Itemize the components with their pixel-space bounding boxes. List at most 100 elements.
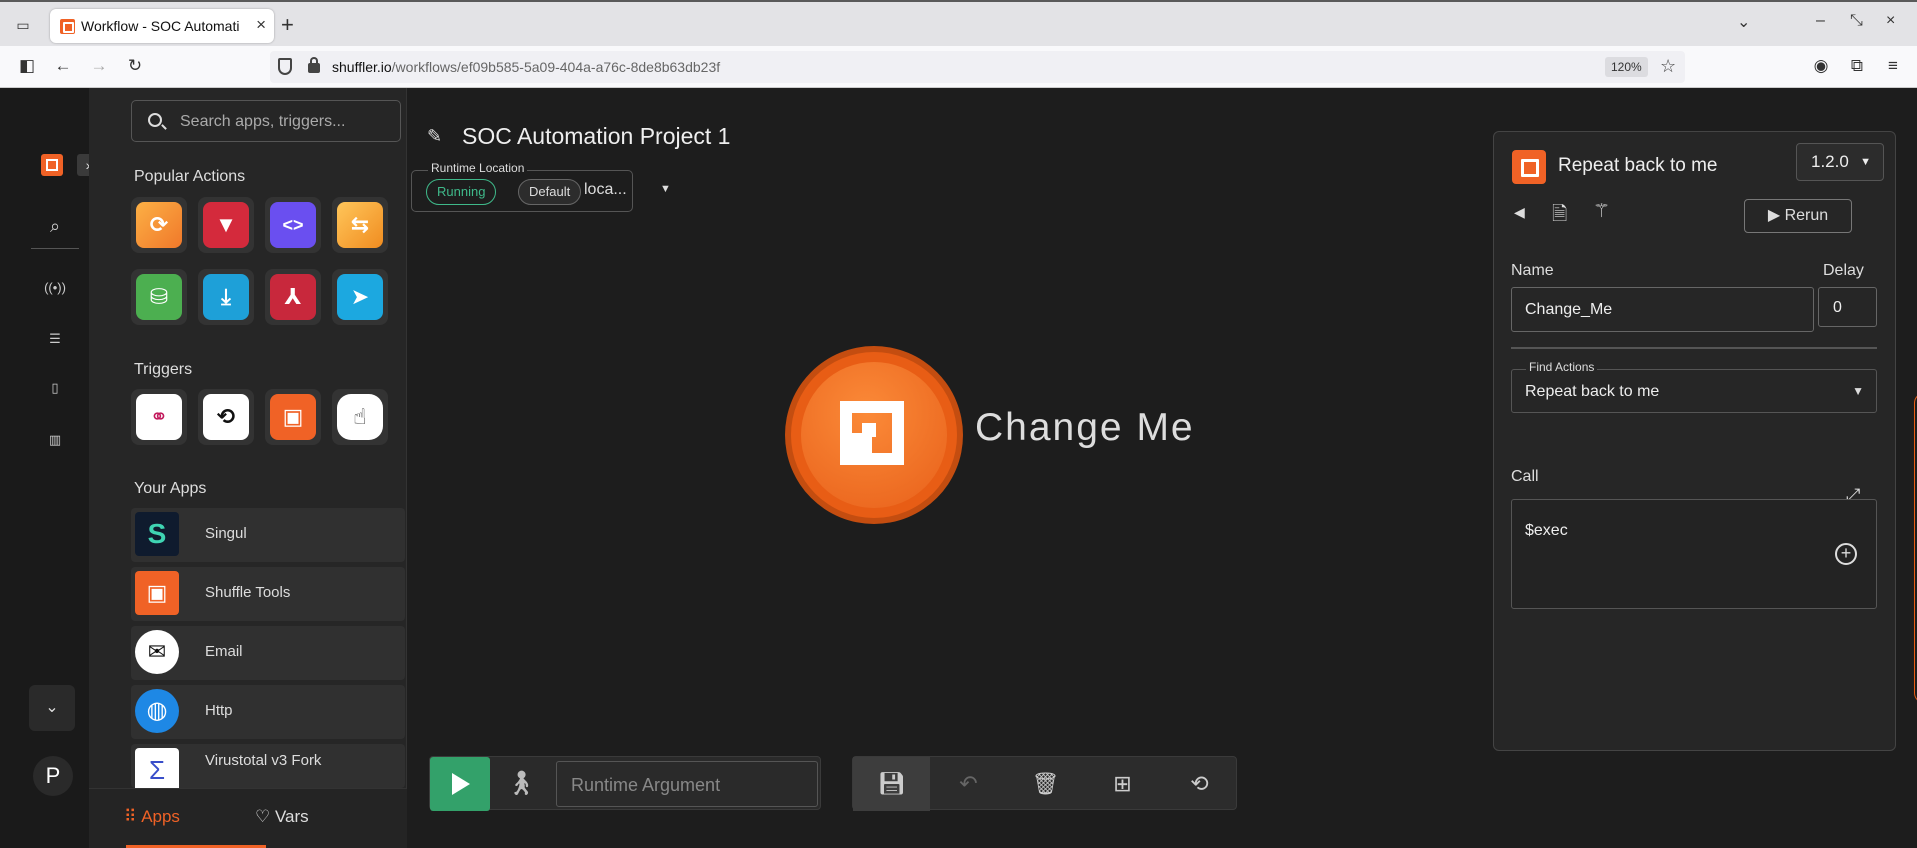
list-icon[interactable]: ☰ bbox=[33, 331, 77, 347]
user-avatar[interactable]: P bbox=[33, 756, 73, 796]
panel-tabs: ⠿ Apps ♡ Vars bbox=[89, 788, 407, 848]
save-icon[interactable]: 💾︎ bbox=[853, 757, 930, 811]
shuffle-favicon-icon bbox=[60, 19, 75, 34]
window-close-icon[interactable]: × bbox=[1886, 12, 1895, 30]
virustotal-icon: Σ bbox=[135, 748, 179, 788]
app-item-http[interactable]: ◍ Http bbox=[131, 685, 405, 739]
version-select[interactable]: 1.2.0 ▼ bbox=[1796, 143, 1884, 181]
shuffle-tools-icon: ▣ bbox=[135, 571, 179, 615]
location-select[interactable]: loca... bbox=[584, 181, 627, 199]
action-datastore[interactable]: ⛁ bbox=[131, 269, 187, 325]
rerun-button[interactable]: ▶ Rerun bbox=[1744, 199, 1852, 233]
minimize-icon[interactable]: – bbox=[1816, 12, 1825, 30]
sync-icon: ⟳ bbox=[136, 202, 182, 248]
delete-icon[interactable]: 🗑︎ bbox=[1007, 757, 1084, 811]
bookmark-star-icon[interactable]: ☆ bbox=[1660, 56, 1676, 77]
documentation-icon[interactable]: 🗎︎ bbox=[1552, 200, 1567, 232]
app-label: Email bbox=[205, 643, 243, 660]
building-icon[interactable]: ▥ bbox=[33, 432, 77, 448]
call-field[interactable]: $exec + bbox=[1511, 499, 1877, 609]
back-triangle-icon[interactable]: ◀ bbox=[1514, 204, 1525, 221]
url-host: shuffler.io bbox=[332, 59, 392, 75]
app-item-virustotal[interactable]: Σ Virustotal v3 Fork bbox=[131, 744, 405, 788]
lock-icon[interactable] bbox=[308, 57, 320, 73]
rail-divider bbox=[31, 248, 79, 249]
browser-tab-active[interactable]: Workflow - SOC Automati × bbox=[50, 9, 274, 43]
zoom-level-badge[interactable]: 120% bbox=[1605, 57, 1648, 77]
email-icon: ✉ bbox=[135, 630, 179, 674]
shuffle-app: › ⌕ ((•)) ☰ ▯ ▥ ⌄ P Search apps, trigger… bbox=[3, 88, 1917, 848]
sidebar-toggle-icon[interactable]: ◧ bbox=[16, 56, 38, 76]
run-walk-icon[interactable]: 🚶︎ bbox=[490, 757, 552, 811]
workflow-title: SOC Automation Project 1 bbox=[462, 123, 731, 149]
apps-panel: Search apps, triggers... Popular Actions… bbox=[89, 88, 407, 848]
history-clock-icon: ⟲ bbox=[203, 394, 249, 440]
search-nav-icon[interactable]: ⌕ bbox=[33, 216, 77, 237]
extensions-icon[interactable]: ⧉ bbox=[1846, 56, 1868, 76]
execute-play-button[interactable] bbox=[430, 757, 490, 811]
reload-icon[interactable]: ↻ bbox=[124, 56, 146, 76]
caret-down-icon: ▼ bbox=[1860, 156, 1871, 168]
action-filter[interactable]: ▼ bbox=[198, 197, 254, 253]
action-merge[interactable]: ⅄ bbox=[265, 269, 321, 325]
action-download[interactable]: ⤓ bbox=[198, 269, 254, 325]
tab-close-icon[interactable]: × bbox=[256, 15, 266, 35]
workflow-node[interactable] bbox=[791, 352, 957, 518]
workflow-canvas[interactable]: ✎ SOC Automation Project 1 Runtime Locat… bbox=[407, 88, 1917, 848]
shuffle-subflow-icon: ▣ bbox=[270, 394, 316, 440]
broadcast-icon[interactable]: ((•)) bbox=[33, 280, 77, 295]
trigger-subflow[interactable]: ▣ bbox=[265, 389, 321, 445]
find-actions-select[interactable]: Find Actions Repeat back to me ▼ bbox=[1511, 360, 1877, 413]
action-config-panel: Repeat back to me 1.2.0 ▼ ◀ 🗎︎ ⚚ ▶ Rerun … bbox=[1493, 131, 1896, 751]
app-search-input[interactable]: Search apps, triggers... bbox=[131, 100, 401, 142]
menu-icon[interactable]: ≡ bbox=[1882, 56, 1904, 76]
url-text[interactable]: shuffler.io/workflows/ef09b585-5a09-404a… bbox=[332, 59, 720, 75]
history-icon[interactable]: ⟲ bbox=[1161, 757, 1238, 811]
undo-icon[interactable]: ↶ bbox=[930, 757, 1007, 811]
app-item-singul[interactable]: S Singul bbox=[131, 508, 405, 562]
tracking-shield-icon[interactable] bbox=[278, 58, 292, 75]
tab-vars[interactable]: ♡ Vars bbox=[255, 807, 309, 827]
name-field[interactable]: Change_Me bbox=[1511, 287, 1814, 332]
shuffle-tools-icon bbox=[1512, 150, 1546, 184]
app-label: Singul bbox=[205, 525, 247, 542]
tab-apps[interactable]: ⠿ Apps bbox=[124, 807, 180, 827]
action-convert[interactable]: ⇆ bbox=[332, 197, 388, 253]
document-icon[interactable]: ▯ bbox=[33, 380, 77, 396]
singul-icon: S bbox=[135, 512, 179, 556]
delay-field[interactable]: 0 bbox=[1818, 287, 1877, 327]
runtime-argument-placeholder: Runtime Argument bbox=[571, 775, 721, 795]
magic-wand-icon[interactable]: ⚚ bbox=[1593, 200, 1610, 223]
action-send[interactable]: ➤ bbox=[332, 269, 388, 325]
webhook-icon: ⚭ bbox=[136, 394, 182, 440]
tab-vars-label: Vars bbox=[274, 807, 309, 826]
shuffle-logo-icon[interactable] bbox=[41, 154, 63, 176]
pencil-icon[interactable]: ✎ bbox=[427, 126, 442, 147]
new-tab-icon[interactable]: + bbox=[281, 12, 294, 38]
forward-icon[interactable]: → bbox=[88, 56, 110, 76]
heart-icon: ♡ bbox=[255, 807, 275, 826]
url-bar[interactable]: shuffler.io/workflows/ef09b585-5a09-404a… bbox=[270, 51, 1685, 83]
add-comment-icon[interactable]: ⊞ bbox=[1084, 757, 1161, 811]
back-icon[interactable]: ← bbox=[52, 56, 74, 76]
tab-list-icon[interactable]: ▭ bbox=[12, 14, 34, 36]
app-item-email[interactable]: ✉ Email bbox=[131, 626, 405, 680]
add-variable-icon[interactable]: + bbox=[1835, 543, 1857, 565]
collapse-chevron-icon[interactable]: ⌄ bbox=[29, 685, 75, 731]
trigger-webhook[interactable]: ⚭ bbox=[131, 389, 187, 445]
rerun-label: Rerun bbox=[1784, 207, 1829, 224]
url-path: /workflows/ef09b585-5a09-404a-a76c-8de8b… bbox=[391, 59, 721, 75]
account-icon[interactable]: ◉ bbox=[1810, 56, 1832, 76]
status-running-chip[interactable]: Running bbox=[426, 179, 497, 205]
app-item-shuffle-tools[interactable]: ▣ Shuffle Tools bbox=[131, 567, 405, 621]
trigger-schedule[interactable]: ⟲ bbox=[198, 389, 254, 445]
action-code[interactable]: <> bbox=[265, 197, 321, 253]
restore-icon[interactable]: ⤡ bbox=[1850, 12, 1863, 30]
caret-down-icon[interactable]: ▼ bbox=[660, 183, 671, 195]
trigger-user-input[interactable]: ☝ bbox=[332, 389, 388, 445]
name-label: Name bbox=[1511, 262, 1554, 279]
tab-overflow-chevron-icon[interactable]: ⌄ bbox=[1737, 12, 1750, 32]
default-location-chip[interactable]: Default bbox=[518, 179, 582, 205]
runtime-argument-input[interactable]: Runtime Argument bbox=[556, 761, 818, 807]
action-repeat[interactable]: ⟳ bbox=[131, 197, 187, 253]
